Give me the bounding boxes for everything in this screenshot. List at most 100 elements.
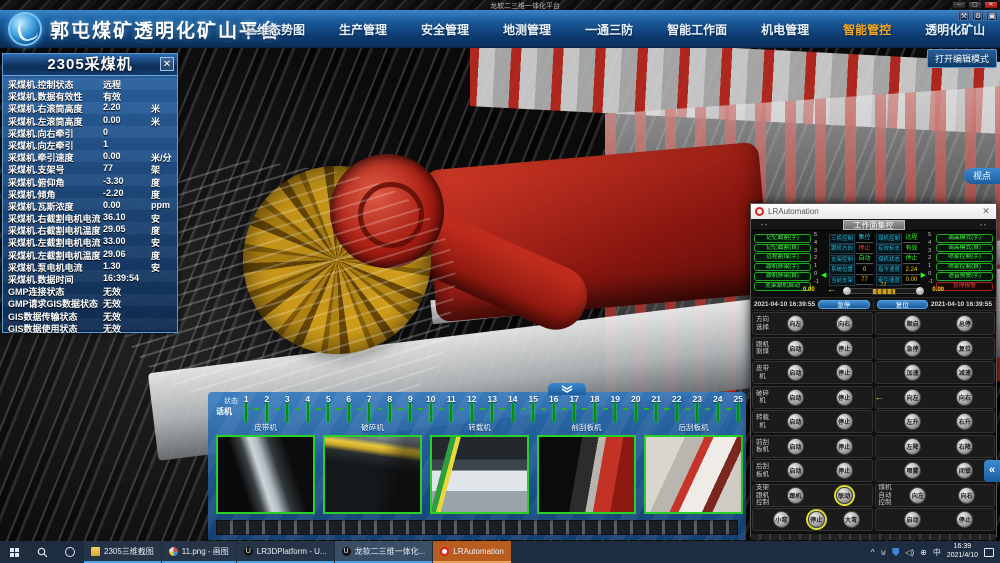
mode-button[interactable]: 语音预警(手) <box>936 272 993 281</box>
mode-button[interactable]: 跟机移架(手) <box>754 263 811 272</box>
mode-button[interactable]: 记忆截割(自) <box>754 244 811 253</box>
estop-button[interactable]: 急停 <box>818 300 869 309</box>
control-button[interactable]: 左升 <box>904 413 921 430</box>
control-button[interactable]: 启动 <box>904 511 921 528</box>
control-button[interactable]: 启动 <box>787 413 804 430</box>
mode-button[interactable]: 跟机移架(自) <box>754 272 811 281</box>
toolbar-icon[interactable]: ▣ <box>986 11 998 21</box>
control-button[interactable]: 停止 <box>836 389 853 406</box>
control-button[interactable]: 向右 <box>958 487 975 504</box>
control-button[interactable]: 向右 <box>956 389 973 406</box>
tab-workface-control[interactable]: 工作面集控 <box>843 220 905 230</box>
nav-menu-item[interactable]: 智能工作面 <box>650 21 744 38</box>
mode-button[interactable]: 记忆截割(手) <box>754 234 811 243</box>
control-button[interactable]: 喷雾 <box>904 462 921 479</box>
mode-button[interactable]: 远程割煤(手) <box>754 253 811 262</box>
control-button[interactable]: 右降 <box>956 438 973 455</box>
support-status-cell[interactable]: 5 <box>318 394 339 422</box>
support-status-cell[interactable]: 24 <box>708 394 729 422</box>
control-button[interactable]: 减速 <box>956 364 973 381</box>
control-button[interactable]: 复位 <box>956 340 973 357</box>
support-status-cell[interactable]: 18 <box>585 394 606 422</box>
slider-knob[interactable] <box>843 287 851 295</box>
support-status-cell[interactable]: 23 <box>687 394 708 422</box>
search-button[interactable] <box>28 541 56 563</box>
control-button[interactable]: 跟机 <box>787 487 804 504</box>
shearer-position-slider[interactable]: 0.00 ← 77 0.00 <box>821 284 926 296</box>
control-button[interactable]: 急停 <box>904 340 921 357</box>
open-edit-mode-button[interactable]: 打开编辑模式 <box>927 49 997 68</box>
camera-item[interactable]: 破碎机 <box>323 422 422 514</box>
ime-indicator[interactable]: 中 <box>933 547 941 558</box>
camera-thumbnail[interactable] <box>644 435 743 514</box>
taskbar-item[interactable]: LRAutomation <box>433 541 511 563</box>
mode-button[interactable]: 喷雾控制(手) <box>936 253 993 262</box>
control-button[interactable]: 右升 <box>956 413 973 430</box>
taskbar-item[interactable]: LR3DPlatform - U... <box>237 541 334 563</box>
mode-button[interactable]: 喷雾控制(自) <box>936 263 993 272</box>
camera-item[interactable]: 后刮板机 <box>644 422 743 514</box>
control-button[interactable]: 停止 <box>836 364 853 381</box>
support-status-cell[interactable]: 22 <box>667 394 688 422</box>
support-status-cell[interactable]: 14 <box>503 394 524 422</box>
control-button[interactable]: 大弯 <box>843 511 860 528</box>
usb-icon[interactable]: ⊍ <box>880 548 886 557</box>
control-button[interactable]: 启动 <box>787 340 804 357</box>
mode-button[interactable]: 急停报警 <box>936 282 993 291</box>
viewpoint-tab[interactable]: 视点 <box>964 168 1000 184</box>
panel-close-icon[interactable]: ✕ <box>160 57 174 71</box>
start-button[interactable] <box>0 541 28 563</box>
support-status-cell[interactable]: 15 <box>523 394 544 422</box>
camera-thumbnail[interactable] <box>537 435 636 514</box>
support-status-cell[interactable]: 17 <box>564 394 585 422</box>
control-button[interactable]: 联动 <box>836 487 853 504</box>
control-button[interactable]: 启动 <box>787 389 804 406</box>
camera-item[interactable]: 皮带机 <box>216 422 315 514</box>
mode-button[interactable]: 调高模式(手) <box>936 234 993 243</box>
lr-close-icon[interactable]: ✕ <box>980 206 992 217</box>
control-button[interactable]: 向右 <box>836 315 853 332</box>
nav-menu-item[interactable]: 智能管控 <box>826 21 908 38</box>
support-status-cell[interactable]: 19 <box>605 394 626 422</box>
camera-thumbnail[interactable] <box>216 435 315 514</box>
control-button[interactable]: 启动 <box>787 364 804 381</box>
support-status-cell[interactable]: 1 <box>236 394 257 422</box>
toolbar-icon[interactable]: ⚙ <box>972 11 984 21</box>
camera-thumbnail[interactable] <box>323 435 422 514</box>
control-button[interactable]: 向左 <box>909 487 926 504</box>
control-button[interactable]: 启动 <box>787 462 804 479</box>
control-button[interactable]: 停止 <box>836 438 853 455</box>
nav-menu-item[interactable]: 三维态势图 <box>228 21 322 38</box>
camera-thumbnail[interactable] <box>430 435 529 514</box>
reset-button[interactable]: 复位 <box>877 300 928 309</box>
panel-collapse-button[interactable] <box>548 383 586 395</box>
support-status-cell[interactable]: 20 <box>626 394 647 422</box>
mode-button[interactable]: 调高模式(自) <box>936 244 993 253</box>
nav-menu-item[interactable]: 安全管理 <box>404 21 486 38</box>
camera-item[interactable]: 前刮板机 <box>537 422 636 514</box>
side-collapse-icon[interactable]: « <box>984 460 1000 482</box>
control-button[interactable]: 总停 <box>956 315 973 332</box>
control-button[interactable]: 小弯 <box>773 511 790 528</box>
support-status-cell[interactable]: 6 <box>339 394 360 422</box>
minimize-button[interactable]: – <box>952 1 966 9</box>
toolbar-icon[interactable]: ⚒ <box>958 11 970 21</box>
support-status-cell[interactable]: 10 <box>421 394 442 422</box>
nav-menu-item[interactable]: 透明化矿山 <box>908 21 1000 38</box>
support-status-cell[interactable]: 8 <box>380 394 401 422</box>
nav-menu-item[interactable]: 机电管理 <box>744 21 826 38</box>
control-button[interactable]: 停止 <box>836 413 853 430</box>
support-status-cell[interactable]: 11 <box>441 394 462 422</box>
support-status-cell[interactable]: 16 <box>544 394 565 422</box>
control-button[interactable]: 向左 <box>904 389 921 406</box>
support-status-cell[interactable]: 4 <box>298 394 319 422</box>
control-button[interactable]: 左降 <box>904 438 921 455</box>
nav-menu-item[interactable]: 地测管理 <box>486 21 568 38</box>
control-button[interactable]: 顺启 <box>904 315 921 332</box>
taskbar-item[interactable]: 2305三维截图 <box>84 541 161 563</box>
support-status-cell[interactable]: 12 <box>462 394 483 422</box>
hidden-icons-chevron-icon[interactable]: ^ <box>871 548 875 557</box>
support-status-cell[interactable]: 2 <box>257 394 278 422</box>
nav-menu-item[interactable]: 一通三防 <box>568 21 650 38</box>
control-button[interactable]: 向左 <box>787 315 804 332</box>
